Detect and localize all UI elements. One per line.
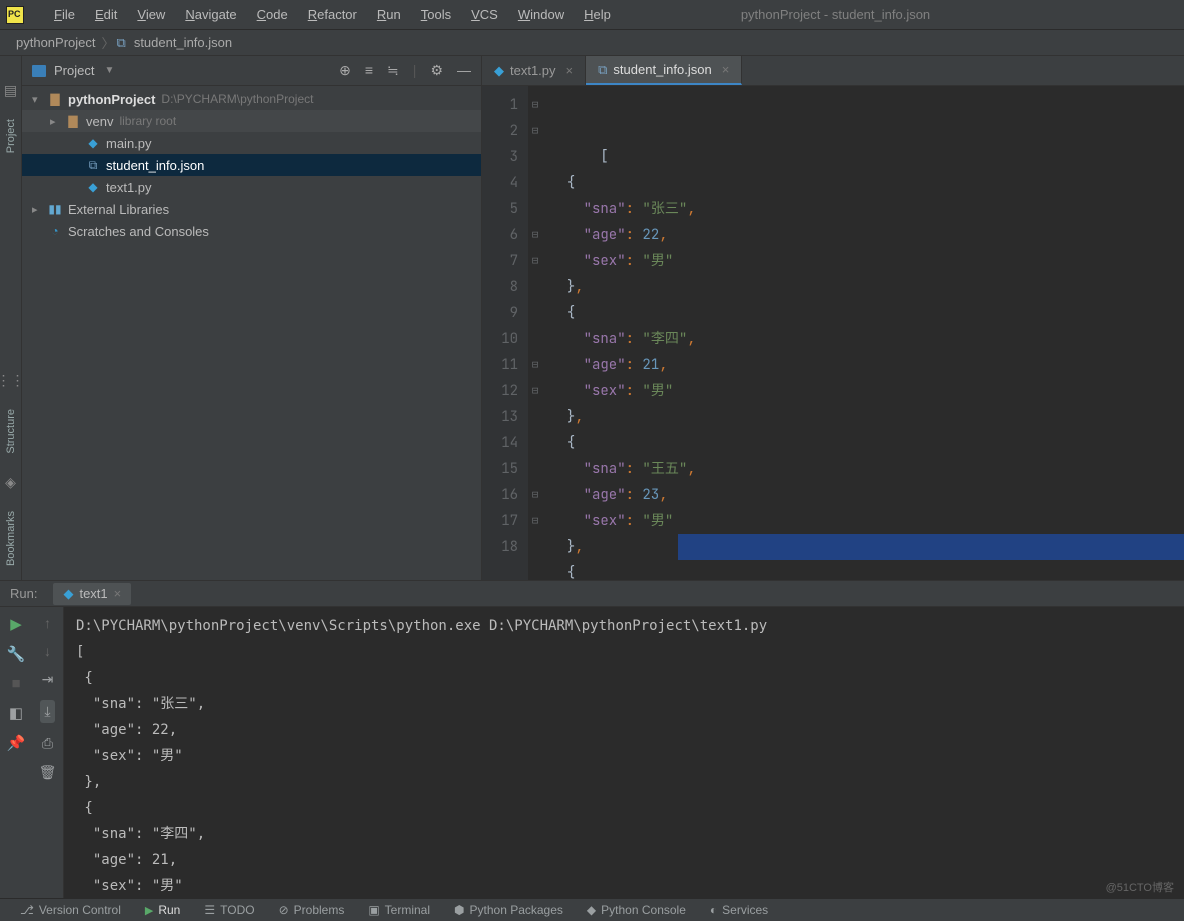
python-file-icon: ◆ xyxy=(63,586,73,602)
menu-edit[interactable]: Edit xyxy=(85,3,127,26)
fold-bar[interactable]: ⊟⊟⊟⊟⊟⊟⊟⊟ xyxy=(528,86,542,580)
wrench-icon[interactable]: 🔧 xyxy=(7,645,26,663)
locate-icon[interactable]: ⊕ xyxy=(339,62,351,79)
tree-file-main[interactable]: ◆ main.py xyxy=(22,132,481,154)
tree-scratches[interactable]: ◔ Scratches and Consoles xyxy=(22,220,481,242)
run-panel: Run: ◆ text1 × ▶ 🔧 ■ ◧ 📌 ↑ ↓ ⇥ ⤓ ⎙ 🗑 D:\… xyxy=(0,580,1184,898)
sb-run[interactable]: ▶Run xyxy=(133,903,192,917)
play-icon: ▶ xyxy=(145,904,153,917)
tree-file-text1[interactable]: ◆ text1.py xyxy=(22,176,481,198)
tree-file-studentinfo[interactable]: ⧉ student_info.json xyxy=(22,154,481,176)
main-area: ▤ Project ⋮⋮ Structure ◈ Bookmarks Proje… xyxy=(0,56,1184,580)
titlebar: FileEditViewNavigateCodeRefactorRunTools… xyxy=(0,0,1184,30)
services-icon: ◐ xyxy=(710,903,717,917)
code-content[interactable]: [ { "sna": "张三", "age": 22, "sex": "男" }… xyxy=(542,86,1184,580)
sb-packages[interactable]: ⬢Python Packages xyxy=(442,903,575,917)
project-tree: ▾▇ pythonProject D:\PYCHARM\pythonProjec… xyxy=(22,86,481,580)
chevron-down-icon[interactable]: ▼ xyxy=(104,65,114,76)
sb-problems[interactable]: ⊘Problems xyxy=(267,903,357,917)
package-icon: ⬢ xyxy=(454,903,464,917)
watermark: @51CTO博客 xyxy=(1106,879,1174,895)
menu-code[interactable]: Code xyxy=(247,3,298,26)
code-editor[interactable]: 123456789101112131415161718 ⊟⊟⊟⊟⊟⊟⊟⊟ [ {… xyxy=(482,86,1184,580)
window-title: pythonProject - student_info.json xyxy=(621,7,930,22)
editor-tabs: ◆ text1.py × ⧉ student_info.json × xyxy=(482,56,1184,86)
gear-icon[interactable]: ⚙ xyxy=(430,62,443,79)
project-panel-header: Project ▼ ⊕ ≡ ≒ | ⚙ — xyxy=(22,56,481,86)
project-panel-title[interactable]: Project xyxy=(54,63,94,78)
menu-window[interactable]: Window xyxy=(508,3,574,26)
close-icon[interactable]: × xyxy=(114,586,122,601)
sb-services[interactable]: ◐Services xyxy=(698,903,780,917)
menu-run[interactable]: Run xyxy=(367,3,411,26)
breadcrumb-root[interactable]: pythonProject xyxy=(12,33,100,52)
hide-icon[interactable]: — xyxy=(457,62,471,79)
bookmark-icon[interactable]: ◈ xyxy=(5,474,16,491)
close-icon[interactable]: × xyxy=(722,62,730,77)
breadcrumb-file[interactable]: student_info.json xyxy=(130,33,236,52)
menu-vcs[interactable]: VCS xyxy=(461,3,508,26)
python-file-icon: ◆ xyxy=(494,63,504,79)
menu-refactor[interactable]: Refactor xyxy=(298,3,367,26)
console-output[interactable]: D:\PYCHARM\pythonProject\venv\Scripts\py… xyxy=(64,607,1184,898)
rail-bookmarks[interactable]: Bookmarks xyxy=(5,507,17,570)
breadcrumb: pythonProject 〉 ⧉ student_info.json xyxy=(0,30,1184,56)
sb-todo[interactable]: ☰TODO xyxy=(192,903,266,917)
json-file-icon: ⧉ xyxy=(598,62,607,78)
close-icon[interactable]: × xyxy=(566,63,574,78)
gutter: 123456789101112131415161718 xyxy=(482,86,528,580)
menu-navigate[interactable]: Navigate xyxy=(175,3,246,26)
left-rail: ▤ Project ⋮⋮ Structure ◈ Bookmarks xyxy=(0,56,22,580)
branch-icon: ⎇ xyxy=(20,903,34,917)
scroll-to-end-icon[interactable]: ⤓ xyxy=(40,700,54,723)
python-icon: ◆ xyxy=(587,903,596,917)
collapse-all-icon[interactable]: ≒ xyxy=(387,62,399,79)
terminal-icon: ▣ xyxy=(368,903,379,917)
statusbar: ⎇Version Control ▶Run ☰TODO ⊘Problems ▣T… xyxy=(0,898,1184,921)
highlight-line xyxy=(678,534,1184,560)
chevron-right-icon: 〉 xyxy=(100,33,117,52)
run-tab[interactable]: ◆ text1 × xyxy=(53,583,131,605)
menu-view[interactable]: View xyxy=(127,3,175,26)
soft-wrap-icon[interactable]: ⇥ xyxy=(42,671,54,688)
expand-all-icon[interactable]: ≡ xyxy=(365,62,373,79)
down-arrow-icon[interactable]: ↓ xyxy=(44,643,51,659)
run-header: Run: ◆ text1 × xyxy=(0,581,1184,607)
project-view-icon xyxy=(32,65,46,77)
run-toolbar-right: ↑ ↓ ⇥ ⤓ ⎙ 🗑 xyxy=(32,607,64,898)
structure-icon[interactable]: ⋮⋮ xyxy=(0,372,25,389)
stop-button[interactable]: ■ xyxy=(11,675,20,692)
warning-icon: ⊘ xyxy=(279,903,289,917)
run-button[interactable]: ▶ xyxy=(10,615,22,633)
json-file-icon: ⧉ xyxy=(117,35,126,51)
tree-external-libs[interactable]: ▸▮▮ External Libraries xyxy=(22,198,481,220)
tree-root[interactable]: ▾▇ pythonProject D:\PYCHARM\pythonProjec… xyxy=(22,88,481,110)
sb-terminal[interactable]: ▣Terminal xyxy=(356,903,442,917)
run-label: Run: xyxy=(10,586,37,601)
list-icon: ☰ xyxy=(204,903,215,917)
project-panel: Project ▼ ⊕ ≡ ≒ | ⚙ — ▾▇ pythonProject D… xyxy=(22,56,482,580)
pin-icon[interactable]: 📌 xyxy=(7,734,26,752)
tab-studentinfo[interactable]: ⧉ student_info.json × xyxy=(586,56,742,85)
menu-file[interactable]: File xyxy=(44,3,85,26)
pycharm-logo-icon xyxy=(6,6,24,24)
layout-icon[interactable]: ◧ xyxy=(9,704,23,722)
trash-icon[interactable]: 🗑 xyxy=(39,764,57,781)
rail-structure[interactable]: Structure xyxy=(5,405,17,458)
editor-area: ◆ text1.py × ⧉ student_info.json × 12345… xyxy=(482,56,1184,580)
up-arrow-icon[interactable]: ↑ xyxy=(44,615,51,631)
sb-python-console[interactable]: ◆Python Console xyxy=(575,903,698,917)
tree-venv[interactable]: ▸▇ venv library root xyxy=(22,110,481,132)
tab-text1[interactable]: ◆ text1.py × xyxy=(482,56,586,85)
sb-version-control[interactable]: ⎇Version Control xyxy=(8,903,133,917)
print-icon[interactable]: ⎙ xyxy=(42,735,53,752)
menu-help[interactable]: Help xyxy=(574,3,621,26)
menu-tools[interactable]: Tools xyxy=(411,3,461,26)
run-toolbar-left: ▶ 🔧 ■ ◧ 📌 xyxy=(0,607,32,898)
rail-project[interactable]: Project xyxy=(5,115,17,157)
folder-icon[interactable]: ▤ xyxy=(4,82,17,99)
